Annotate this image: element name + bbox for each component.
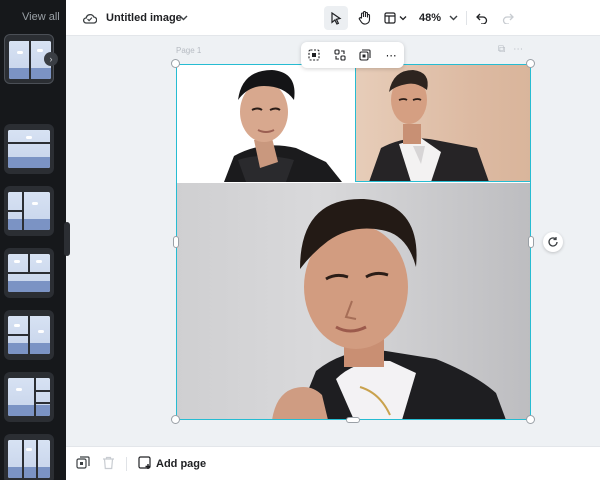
- resize-handle-bottom[interactable]: [346, 417, 360, 423]
- view-all-link[interactable]: View all: [22, 11, 60, 23]
- redo-icon[interactable]: [498, 9, 518, 27]
- copy-page-icon[interactable]: ⧉: [498, 44, 505, 55]
- toolbar-divider: [466, 11, 467, 25]
- more-options-icon[interactable]: ⋯: [513, 44, 523, 55]
- replace-image-icon[interactable]: [331, 46, 349, 64]
- rotate-icon[interactable]: [543, 232, 563, 252]
- resize-handle-bottom-right[interactable]: [526, 415, 535, 424]
- add-page-icon: [138, 455, 152, 473]
- cloud-save-icon[interactable]: [80, 9, 98, 27]
- resize-handle-right[interactable]: [528, 236, 534, 248]
- layout-menu-button[interactable]: [378, 6, 414, 30]
- bottom-divider: [126, 457, 127, 471]
- resize-handle-bottom-left[interactable]: [171, 415, 180, 424]
- resize-handle-top-right[interactable]: [526, 59, 535, 68]
- document-title[interactable]: Untitled image: [106, 9, 182, 27]
- sidebar-collapse-handle[interactable]: [64, 222, 70, 256]
- template-thumbnail[interactable]: [4, 434, 54, 480]
- template-thumbnail[interactable]: [4, 310, 54, 360]
- trash-icon[interactable]: [102, 456, 118, 472]
- chevron-right-icon[interactable]: ›: [44, 52, 58, 66]
- add-page-button[interactable]: Add page: [138, 455, 206, 473]
- template-thumbnail[interactable]: [4, 124, 54, 174]
- add-page-label: Add page: [156, 458, 207, 470]
- bottom-toolbar: Add page: [66, 446, 600, 480]
- zoom-level[interactable]: 48%: [416, 9, 444, 27]
- crop-select-icon[interactable]: [305, 46, 323, 64]
- template-thumbnail[interactable]: [4, 248, 54, 298]
- element-toolbar: ⋯: [301, 42, 404, 68]
- more-icon[interactable]: ⋯: [382, 46, 400, 64]
- duplicate-page-icon[interactable]: [76, 456, 92, 472]
- resize-handle-left[interactable]: [173, 236, 179, 248]
- undo-icon[interactable]: [472, 9, 492, 27]
- selected-photo-outline: [355, 64, 531, 182]
- chevron-down-icon[interactable]: [176, 9, 190, 27]
- template-thumbnail[interactable]: [4, 186, 54, 236]
- top-toolbar: Untitled image 48%: [66, 0, 600, 36]
- select-tool-button[interactable]: [324, 6, 348, 30]
- page-actions: ⧉ ⋯: [498, 44, 523, 55]
- resize-handle-top-left[interactable]: [171, 59, 180, 68]
- page-label: Page 1: [176, 46, 202, 55]
- hand-tool-icon[interactable]: [352, 6, 376, 30]
- templates-sidebar: View all ›: [0, 0, 66, 480]
- template-thumbnail[interactable]: [4, 372, 54, 422]
- duplicate-icon[interactable]: [356, 46, 374, 64]
- chevron-down-icon[interactable]: [446, 9, 460, 27]
